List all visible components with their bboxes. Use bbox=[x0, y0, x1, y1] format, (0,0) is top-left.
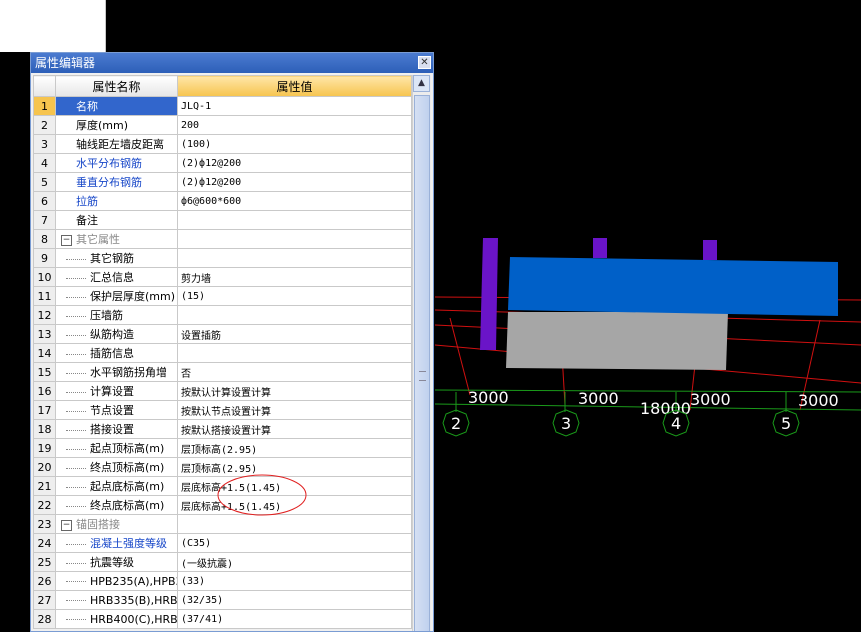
annotation-overlay bbox=[217, 474, 307, 516]
red-annotation-ellipse bbox=[217, 474, 307, 516]
